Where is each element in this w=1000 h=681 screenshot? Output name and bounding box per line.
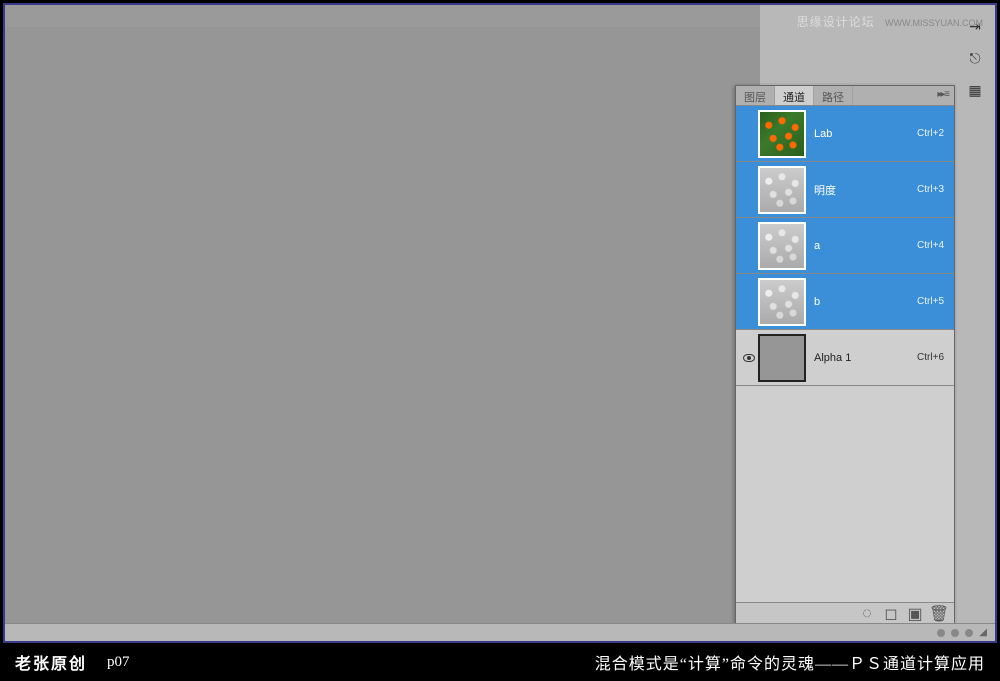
load-selection-icon[interactable]: ◌ (860, 607, 874, 621)
channel-thumbnail[interactable] (758, 278, 806, 326)
channel-name: b (814, 296, 917, 308)
channel-list: Lab Ctrl+2 明度 Ctrl+3 a Ctrl+4 b Ctrl+5 (736, 106, 954, 602)
channel-row-b[interactable]: b Ctrl+5 (736, 274, 954, 330)
caption-title: 混合模式是“计算”命令的灵魂——ＰＳ通道计算应用 (595, 650, 985, 674)
adjust-icon[interactable]: ⎋ (964, 47, 986, 69)
channel-row-alpha1[interactable]: Alpha 1 Ctrl+6 (736, 330, 954, 386)
channel-shortcut: Ctrl+4 (917, 240, 950, 251)
channel-thumbnail[interactable] (758, 166, 806, 214)
channel-name: Alpha 1 (814, 352, 917, 364)
caption-page: p07 (107, 654, 130, 671)
resize-grip-icon[interactable]: ◢ (979, 627, 987, 638)
right-toolbar: ⇥ ⎋ ▦ (955, 5, 995, 625)
channel-name: 明度 (814, 182, 917, 198)
tab-paths[interactable]: 路径 (814, 86, 853, 105)
channel-shortcut: Ctrl+3 (917, 184, 950, 195)
status-indicator (965, 629, 973, 637)
panel-footer: ◌ ◻ ▣ 🗑 (736, 602, 954, 624)
watermark-text: 思缘设计论坛 (797, 15, 875, 29)
channel-shortcut: Ctrl+2 (917, 128, 950, 139)
channel-name: Lab (814, 128, 917, 140)
watermark-url: WWW.MISSYUAN.COM (885, 18, 983, 28)
swatches-icon[interactable]: ▦ (964, 79, 986, 101)
status-indicator (937, 629, 945, 637)
panel-tabs: 图层 通道 路径 ▸▸ ≡ (736, 86, 954, 106)
canvas-content (5, 27, 760, 625)
tab-layers[interactable]: 图层 (736, 86, 775, 105)
delete-channel-icon[interactable]: 🗑 (932, 607, 946, 621)
watermark: 思缘设计论坛 WWW.MISSYUAN.COM (797, 13, 983, 30)
eye-icon (743, 354, 755, 362)
channel-row-lab[interactable]: Lab Ctrl+2 (736, 106, 954, 162)
panel-menu-icon[interactable]: ▸▸ ≡ (931, 86, 954, 105)
channels-panel: 图层 通道 路径 ▸▸ ≡ Lab Ctrl+2 明度 Ctrl+3 a (735, 85, 955, 625)
status-indicator (951, 629, 959, 637)
channel-shortcut: Ctrl+6 (917, 352, 950, 363)
save-selection-icon[interactable]: ◻ (884, 607, 898, 621)
channel-shortcut: Ctrl+5 (917, 296, 950, 307)
tab-channels[interactable]: 通道 (775, 86, 814, 105)
caption-bar: 老张原创 p07 混合模式是“计算”命令的灵魂——ＰＳ通道计算应用 (3, 643, 997, 681)
channel-name: a (814, 240, 917, 252)
caption-author: 老张原创 (15, 650, 87, 674)
channel-thumbnail[interactable] (758, 222, 806, 270)
channel-row-lightness[interactable]: 明度 Ctrl+3 (736, 162, 954, 218)
status-bar: ◢ (5, 623, 995, 641)
app-frame: 思缘设计论坛 WWW.MISSYUAN.COM ⇥ ⎋ ▦ 图层 通道 路径 ▸… (3, 3, 997, 643)
channel-thumbnail[interactable] (758, 110, 806, 158)
visibility-toggle[interactable] (740, 354, 758, 362)
canvas-area[interactable] (5, 5, 760, 625)
channel-thumbnail[interactable] (758, 334, 806, 382)
new-channel-icon[interactable]: ▣ (908, 607, 922, 621)
channel-row-a[interactable]: a Ctrl+4 (736, 218, 954, 274)
